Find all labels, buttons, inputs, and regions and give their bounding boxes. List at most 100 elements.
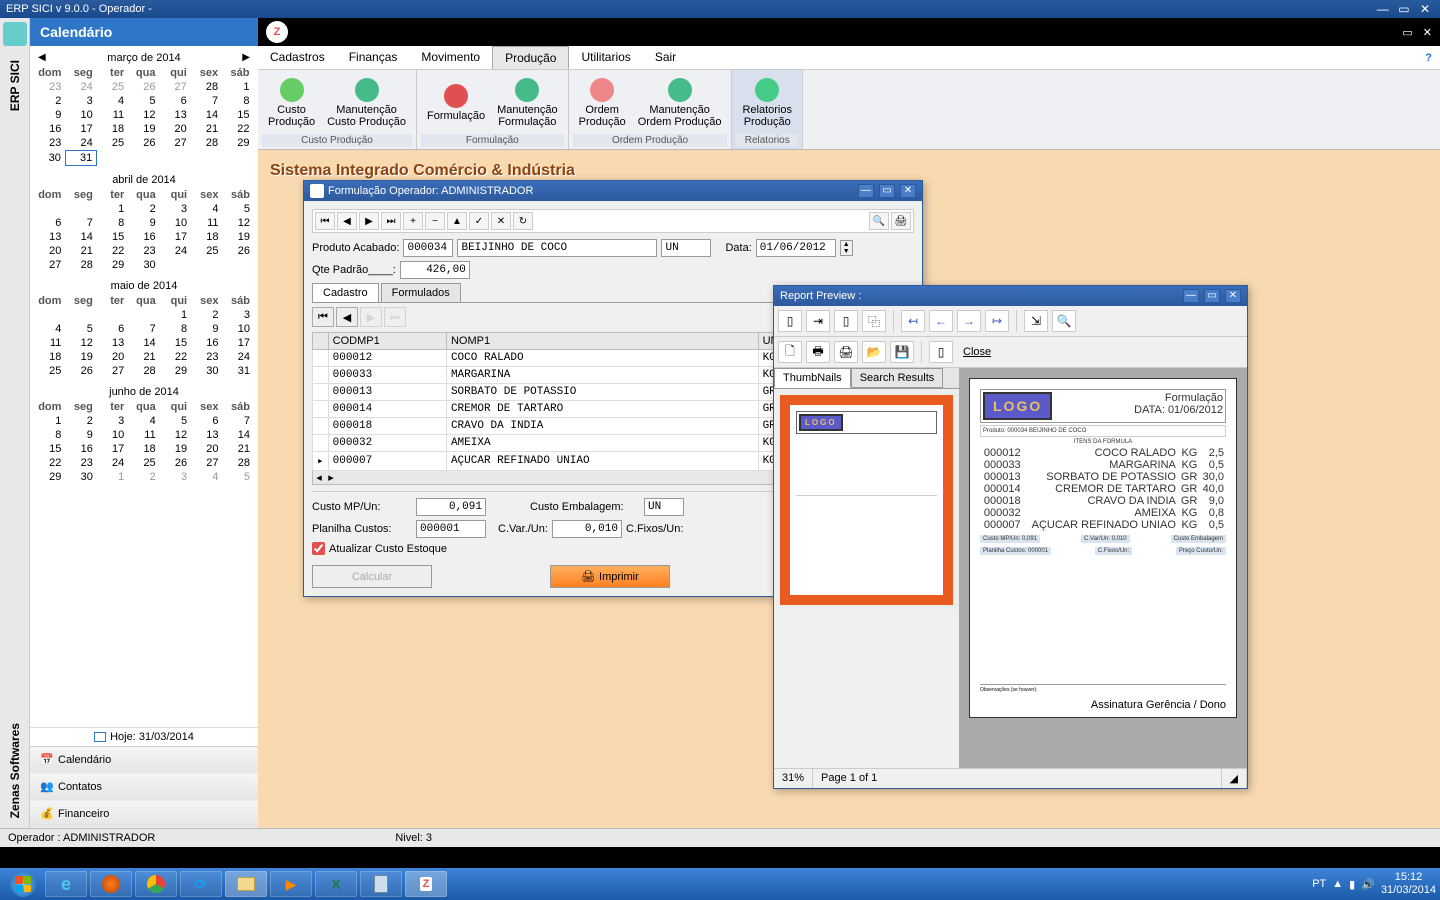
win-close-icon[interactable]: ✕ bbox=[900, 184, 916, 198]
cal-day[interactable]: 9 bbox=[128, 216, 159, 230]
taskbar-explorer-icon[interactable] bbox=[225, 871, 267, 897]
cal-day[interactable]: 19 bbox=[160, 442, 191, 456]
cal-day[interactable]: 16 bbox=[65, 442, 96, 456]
taskbar-ie-icon[interactable]: e bbox=[45, 871, 87, 897]
cal-day[interactable]: 3 bbox=[160, 470, 191, 484]
cal-day[interactable]: 2 bbox=[128, 470, 159, 484]
cal-day[interactable]: 18 bbox=[34, 350, 65, 364]
tray-clock[interactable]: 15:12 31/03/2014 bbox=[1381, 871, 1436, 897]
produto-code-field[interactable] bbox=[403, 239, 453, 257]
cal-day[interactable]: 10 bbox=[65, 108, 96, 122]
cal-day[interactable]: 22 bbox=[160, 350, 191, 364]
date-up-icon[interactable]: ▲ bbox=[841, 241, 852, 248]
ribbon-button[interactable]: CustoProdução bbox=[262, 72, 321, 134]
menu-sair[interactable]: Sair bbox=[643, 46, 688, 69]
save-button[interactable]: 💾 bbox=[890, 341, 914, 363]
refresh-button[interactable]: ↻ bbox=[513, 212, 533, 230]
cal-day[interactable]: 30 bbox=[34, 151, 65, 166]
cal-day[interactable]: 19 bbox=[223, 230, 254, 244]
ribbon-button[interactable]: RelatoriosProdução bbox=[736, 72, 798, 134]
planilha-field[interactable] bbox=[416, 520, 486, 538]
taskbar-app-icon[interactable]: Z bbox=[405, 871, 447, 897]
cal-day[interactable]: 23 bbox=[65, 456, 96, 470]
cal-day[interactable]: 22 bbox=[97, 244, 128, 258]
first-page-button[interactable]: ↤ bbox=[901, 310, 925, 332]
sidebar-item-contatos[interactable]: 👥Contatos bbox=[30, 774, 258, 801]
cal-day[interactable]: 26 bbox=[128, 80, 159, 94]
cal-day[interactable]: 9 bbox=[191, 322, 222, 336]
cal-day[interactable]: 21 bbox=[65, 244, 96, 258]
cal-day[interactable]: 10 bbox=[160, 216, 191, 230]
cal-day[interactable]: 15 bbox=[97, 230, 128, 244]
cal-day[interactable]: 16 bbox=[34, 122, 65, 136]
prev-page-button[interactable]: ← bbox=[929, 310, 953, 332]
custo-emb-field[interactable] bbox=[644, 498, 684, 516]
cal-day[interactable]: 4 bbox=[128, 414, 159, 428]
cal-day[interactable]: 17 bbox=[160, 230, 191, 244]
cal-day[interactable]: 15 bbox=[222, 108, 253, 122]
print-tool-button[interactable]: 🖨 bbox=[891, 212, 911, 230]
cal-day[interactable]: 1 bbox=[97, 470, 128, 484]
cal-day[interactable]: 18 bbox=[128, 442, 159, 456]
cal-day[interactable]: 29 bbox=[222, 136, 253, 151]
imprimir-button[interactable]: 🖨Imprimir bbox=[550, 565, 670, 588]
cancel-record-button[interactable]: ✕ bbox=[491, 212, 511, 230]
cal-day[interactable]: 25 bbox=[97, 80, 128, 94]
cvar-field[interactable] bbox=[552, 520, 622, 538]
ribbon-button[interactable]: OrdemProdução bbox=[573, 72, 632, 134]
cal-day[interactable]: 1 bbox=[160, 308, 191, 322]
cal-day[interactable]: 25 bbox=[191, 244, 222, 258]
cal-day[interactable]: 4 bbox=[34, 322, 65, 336]
cal-day[interactable]: 5 bbox=[160, 414, 191, 428]
ribbon-button[interactable]: ManutençãoOrdem Produção bbox=[632, 72, 728, 134]
print-setup-button[interactable]: 🖶 bbox=[806, 341, 830, 363]
calcular-button[interactable]: Calcular bbox=[312, 565, 432, 588]
ribbon-button[interactable]: ManutençãoFormulação bbox=[491, 72, 564, 134]
prev-record-button[interactable]: ◀ bbox=[337, 212, 357, 230]
cal-day[interactable]: 14 bbox=[191, 108, 222, 122]
cal-day[interactable]: 20 bbox=[34, 244, 65, 258]
calendar-today-footer[interactable]: Hoje: 31/03/2014 bbox=[30, 727, 258, 746]
cal-day[interactable]: 18 bbox=[191, 230, 222, 244]
cal-day[interactable]: 10 bbox=[223, 322, 254, 336]
cal-day[interactable]: 8 bbox=[97, 216, 128, 230]
rpt-tab-thumbnails[interactable]: ThumbNails bbox=[774, 368, 851, 388]
cal-day[interactable]: 13 bbox=[34, 230, 65, 244]
cal-day[interactable]: 28 bbox=[65, 258, 96, 272]
cal-day[interactable]: 23 bbox=[191, 350, 222, 364]
cal-day[interactable]: 27 bbox=[97, 364, 128, 378]
ribbon-button[interactable]: ManutençãoCusto Produção bbox=[321, 72, 412, 134]
cal-day[interactable]: 20 bbox=[191, 442, 222, 456]
cal-day[interactable]: 7 bbox=[128, 322, 159, 336]
produto-name-field[interactable] bbox=[457, 239, 657, 257]
cal-day[interactable]: 9 bbox=[34, 108, 65, 122]
cal-day[interactable]: 29 bbox=[160, 364, 191, 378]
print-button[interactable]: 🖨 bbox=[834, 341, 858, 363]
new-doc-button[interactable]: 🗋 bbox=[778, 341, 802, 363]
cal-day[interactable]: 7 bbox=[65, 216, 96, 230]
cal-day[interactable]: 2 bbox=[191, 308, 222, 322]
cal-day[interactable]: 16 bbox=[191, 336, 222, 350]
cal-day[interactable]: 11 bbox=[97, 108, 128, 122]
search-tool-button[interactable]: 🔍 bbox=[869, 212, 889, 230]
cal-day[interactable]: 30 bbox=[128, 258, 159, 272]
cal-day[interactable]: 24 bbox=[160, 244, 191, 258]
last-record-button[interactable]: ⏭ bbox=[381, 212, 401, 230]
fit-page-button[interactable]: ⇥ bbox=[806, 310, 830, 332]
sidebar-item-calendário[interactable]: 📅Calendário bbox=[30, 747, 258, 774]
cal-day[interactable]: 17 bbox=[97, 442, 128, 456]
cal-day[interactable]: 11 bbox=[191, 216, 222, 230]
taskbar-calc-icon[interactable] bbox=[360, 871, 402, 897]
cal-day[interactable]: 4 bbox=[191, 202, 222, 216]
cal-day[interactable]: 27 bbox=[159, 136, 190, 151]
cal-day[interactable]: 9 bbox=[65, 428, 96, 442]
cal-day[interactable]: 5 bbox=[223, 202, 254, 216]
grid-next-button[interactable]: ▶ bbox=[360, 307, 382, 327]
add-record-button[interactable]: + bbox=[403, 212, 423, 230]
cal-day[interactable]: 28 bbox=[128, 364, 159, 378]
cal-day[interactable]: 23 bbox=[34, 136, 65, 151]
tray-network-icon[interactable]: ▮ bbox=[1349, 878, 1355, 891]
cal-day[interactable]: 3 bbox=[223, 308, 254, 322]
first-record-button[interactable]: ⏮ bbox=[315, 212, 335, 230]
last-page-button[interactable]: ↦ bbox=[985, 310, 1009, 332]
